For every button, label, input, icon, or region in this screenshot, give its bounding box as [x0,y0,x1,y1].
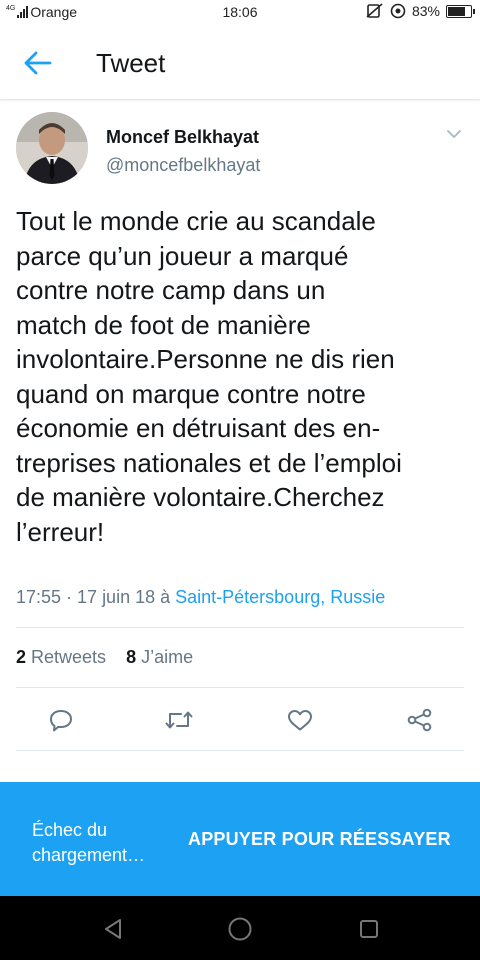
battery-icon [446,4,475,18]
page-title: Tweet [96,48,166,78]
divider [16,750,464,751]
reply-icon [50,710,72,732]
like-icon [288,710,312,731]
nav-home-button[interactable] [227,916,253,942]
nav-back-button[interactable] [100,916,126,942]
avatar[interactable] [16,112,88,184]
battery-fill [448,6,465,16]
tweet-timestamp: 17:55 · 17 juin 18 à [16,587,176,607]
reply-button[interactable] [46,706,76,734]
retweets-count: 2 [16,647,27,667]
arrow-left-icon [24,51,52,75]
back-triangle-icon [105,919,121,939]
retweets-label: Retweets [26,647,107,667]
battery-percent: 83% [411,3,440,19]
load-error-banner[interactable]: Échec du chargement… APPUYER POUR RÉESSA… [0,782,480,896]
home-circle-icon [228,917,252,941]
retry-button[interactable]: APPUYER POUR RÉESSAYER [188,829,451,850]
tweet-meta: 17:55 · 17 juin 18 à Saint-Pétersbourg, … [16,587,385,608]
divider [16,687,464,688]
like-button[interactable] [285,706,315,734]
likes-stat[interactable]: 8 J’aime [126,647,193,667]
author-display-name[interactable]: Moncef Belkhayat [106,127,259,148]
share-button[interactable] [405,706,435,734]
divider [16,627,464,628]
load-failed-line-2: chargement… [32,845,146,865]
likes-label: J’aime [136,647,194,667]
location-icon [390,3,406,19]
load-failed-message: Échec du chargement… [32,818,145,868]
tweet-options-button[interactable] [444,124,464,144]
load-failed-line-1: Échec du [32,820,108,840]
tweet-author: Moncef Belkhayat @moncefbelkhayat [16,112,464,192]
share-icon [407,708,432,732]
likes-count: 8 [126,647,137,667]
back-button[interactable] [20,48,56,78]
author-handle[interactable]: @moncefbelkhayat [106,155,260,176]
avatar-photo [16,112,88,184]
nav-recents-button[interactable] [356,916,382,942]
no-sim-alarm-icon [366,3,383,18]
system-nav-bar [0,896,480,960]
recents-square-icon [360,920,378,938]
chevron-down-icon [447,130,461,138]
tweet-text: Tout le monde crie au scandale parce qu’… [16,206,402,547]
retweets-stat[interactable]: 2 Retweets [16,647,106,667]
tweet-location-link[interactable]: Saint-Pétersbourg, Russie [175,587,385,607]
retweet-button[interactable] [164,706,194,734]
status-right: 83% [366,3,475,19]
app-header: Tweet [0,26,480,100]
tweet-actions [0,700,480,740]
tweet-stats: 2 Retweets 8 J’aime [16,647,193,668]
status-bar: 4G Orange 18:06 83% [0,0,480,26]
retweet-icon [165,711,193,729]
